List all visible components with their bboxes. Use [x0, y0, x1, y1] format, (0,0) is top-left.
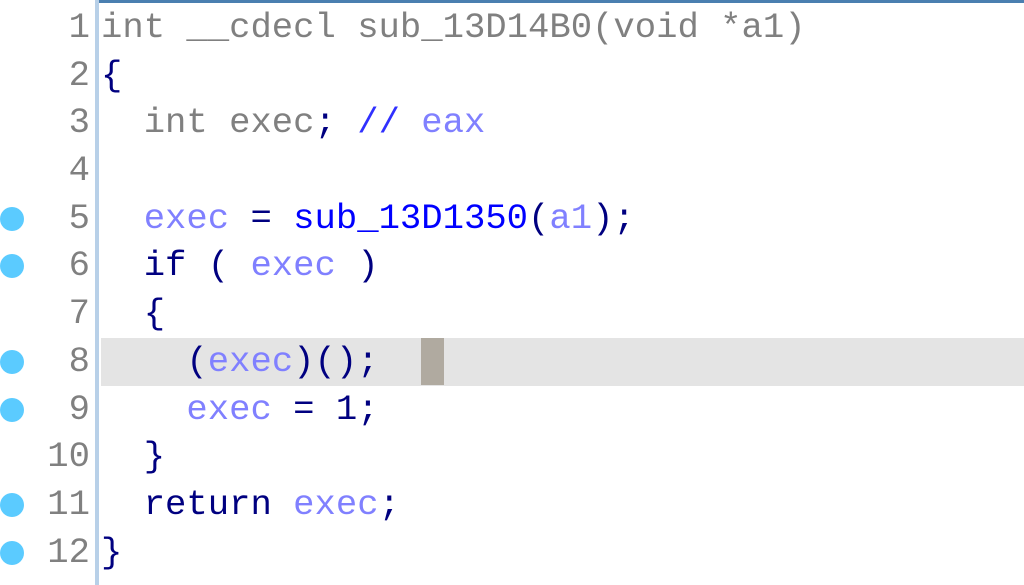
code-token: = 1;: [271, 388, 379, 430]
line-number: 7: [68, 293, 90, 335]
code-text[interactable]: (exec)();: [101, 337, 1024, 386]
line-number: 9: [68, 388, 90, 430]
code-token: ): [335, 245, 379, 287]
code-token: }: [101, 531, 123, 573]
line-number: 4: [68, 150, 90, 192]
code-token: (: [101, 340, 208, 382]
code-token: eax: [421, 102, 486, 144]
code-line[interactable]: 2{: [0, 52, 1024, 100]
code-token: ;: [314, 102, 358, 144]
code-line[interactable]: 12}: [0, 529, 1024, 577]
code-line[interactable]: 10 }: [0, 433, 1024, 481]
breakpoint-dot-icon[interactable]: [0, 492, 24, 517]
code-token: //: [357, 102, 422, 144]
code-text[interactable]: exec = sub_13D1350(a1);: [101, 195, 1024, 243]
code-text[interactable]: {: [101, 290, 1024, 338]
code-token: a1: [549, 197, 593, 239]
code-token: exec: [101, 388, 272, 430]
code-text[interactable]: if ( exec ): [101, 242, 1024, 290]
line-number: 10: [47, 436, 90, 478]
code-line[interactable]: 6 if ( exec ): [0, 242, 1024, 290]
code-token: {: [101, 54, 123, 96]
code-token: exec: [293, 483, 379, 525]
code-text[interactable]: return exec;: [101, 481, 1024, 529]
code-token: exec: [101, 197, 230, 239]
code-text[interactable]: [101, 147, 1024, 195]
code-token: );: [592, 197, 635, 239]
breakpoint-dot-icon[interactable]: [0, 540, 24, 565]
code-token: if (: [101, 245, 251, 287]
line-number: 11: [47, 483, 90, 525]
code-token: sub_13D1350: [293, 197, 529, 239]
code-token: exec: [207, 340, 294, 382]
code-token: )();: [293, 340, 422, 382]
code-token: {: [101, 293, 166, 335]
code-line[interactable]: 4: [0, 147, 1024, 195]
code-line[interactable]: 7 {: [0, 290, 1024, 338]
code-line[interactable]: 5 exec = sub_13D1350(a1);: [0, 195, 1024, 243]
breakpoint-dot-icon[interactable]: [0, 397, 24, 422]
code-token: exec: [250, 245, 336, 287]
line-number: 3: [68, 102, 90, 144]
code-token: int __cdecl sub_13D14B0(void *a1): [101, 7, 806, 48]
text-cursor: [421, 337, 445, 385]
code-text[interactable]: }: [101, 529, 1024, 577]
line-number: 5: [68, 197, 90, 239]
code-token: ;: [378, 483, 400, 525]
pseudocode-view[interactable]: 1 int __cdecl sub_13D14B0(void *a1) 2{3 in…: [0, 4, 1024, 576]
code-token: =: [229, 197, 294, 239]
code-text[interactable]: int exec; // eax: [101, 99, 1024, 147]
code-token: int exec: [101, 102, 315, 144]
code-line[interactable]: 8 (exec)();: [0, 337, 1024, 386]
code-token: return: [101, 483, 294, 525]
line-number: 12: [47, 531, 90, 573]
code-token: (: [528, 197, 550, 239]
view-top-border: [99, 0, 1024, 3]
code-text[interactable]: int __cdecl sub_13D14B0(void *a1): [101, 4, 1024, 52]
line-number: 1: [68, 7, 90, 48]
code-line[interactable]: 11 return exec;: [0, 481, 1024, 529]
code-line[interactable]: 1 int __cdecl sub_13D14B0(void *a1): [0, 4, 1024, 52]
line-number: 2: [68, 54, 90, 96]
code-token: }: [101, 436, 166, 478]
line-number: 8: [68, 340, 90, 382]
code-text[interactable]: exec = 1;: [101, 386, 1024, 434]
code-text[interactable]: {: [101, 52, 1024, 100]
code-text[interactable]: }: [101, 433, 1024, 481]
code-line[interactable]: 3 int exec; // eax: [0, 99, 1024, 147]
code-line[interactable]: 9 exec = 1;: [0, 386, 1024, 434]
breakpoint-dot-icon[interactable]: [0, 206, 24, 231]
line-number: 6: [68, 245, 90, 287]
breakpoint-dot-icon[interactable]: [0, 254, 24, 279]
breakpoint-dot-icon[interactable]: [0, 349, 24, 374]
